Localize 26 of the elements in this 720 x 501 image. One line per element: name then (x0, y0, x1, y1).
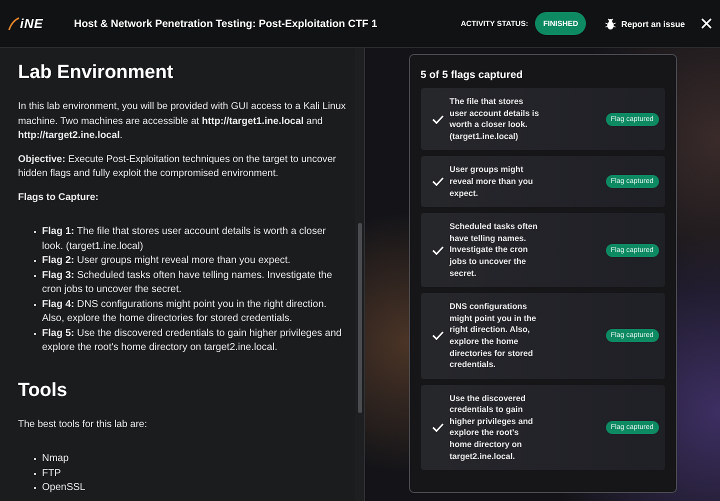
paragraph: In this lab environment, you will be provided with GUI access to a Kali Linux machine. Two machines are accessible at http://target1.ine.local and http://target2.ine.local. (18, 100, 346, 143)
bug-icon (605, 18, 616, 30)
paragraph: Flags to Capture: (18, 190, 100, 204)
lab-title: Host & Network Penetration Testing: Post-Exploitation CTF 1 (74, 18, 378, 30)
logo[interactable]: iNE (20, 16, 44, 31)
list-item: OpenSSL (32, 481, 346, 496)
flags-count: 5 of 5 flags captured (420, 69, 524, 81)
paragraph: Objective: Execute Post-Exploitation techniques on the target to uncover hidden flags and fully exploit the compromised environment. (18, 152, 338, 181)
list-item: Flag 5: Use the discovered credentials to gain higher privileges and explore the root's home directory on target2.ine.local. (32, 326, 346, 356)
paragraph: The best tools for this lab are: (18, 418, 148, 432)
flag-description: Scheduled tasks often have telling names. Investigate the cron jobs to uncover the secret. (450, 221, 539, 280)
close-icon[interactable] (701, 18, 712, 29)
section-heading: Tools (18, 380, 68, 402)
flag-description: Use the discovered credentials to gain higher privileges and explore the root's home directory on target2.ine.local. (450, 392, 534, 462)
flag-description: DNS configurations might point you in the right direction. Also, explore the home directories for stored credentials. (450, 301, 538, 371)
section-heading: Lab Environment (18, 62, 174, 84)
list-item: Flag 2: User groups might reveal more than you expect. (32, 254, 346, 268)
list-item: FTP (32, 466, 346, 481)
list-item: Flag 1: The file that stores user account details is worth a closer look. (target1.ine.local) (32, 225, 346, 254)
list-item: Flag 4: DNS configurations might point you in the right direction. Also, explore the home directories for stored credentials. (32, 298, 346, 326)
report-issue-button[interactable]: Report an issue (603, 16, 687, 32)
list-item: Flag 3: Scheduled tasks often have telling names. Investigate the cron jobs to uncover the secret. (32, 268, 346, 298)
list-item: Nmap (32, 452, 346, 466)
flag-description: User groups might reveal more than you expect. (450, 164, 534, 200)
flag-description: The file that stores user account details is worth a closer look. (target1.ine.local) (450, 96, 540, 142)
swoosh-icon (8, 16, 20, 30)
